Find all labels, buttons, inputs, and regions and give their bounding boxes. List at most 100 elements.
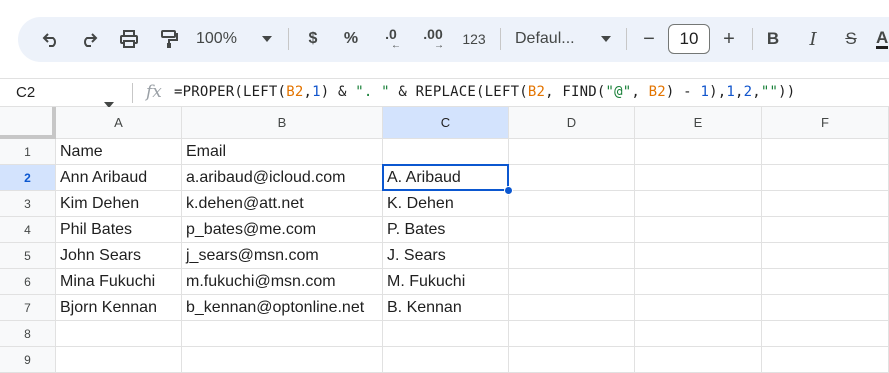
cell-a6[interactable]: Mina Fukuchi bbox=[56, 269, 182, 295]
cell-e9[interactable] bbox=[635, 347, 762, 373]
decrease-font-size-button[interactable]: − bbox=[638, 23, 660, 55]
cell-f2[interactable] bbox=[762, 165, 889, 191]
fill-handle[interactable] bbox=[504, 186, 513, 195]
cell-d6[interactable] bbox=[509, 269, 635, 295]
cell-e8[interactable] bbox=[635, 321, 762, 347]
row-header-1[interactable]: 1 bbox=[0, 139, 56, 165]
column-header-e[interactable]: E bbox=[635, 107, 762, 139]
cell-f3[interactable] bbox=[762, 191, 889, 217]
column-header-f[interactable]: F bbox=[762, 107, 889, 139]
row-header-9[interactable]: 9 bbox=[0, 347, 56, 373]
row-header-3[interactable]: 3 bbox=[0, 191, 56, 217]
redo-icon[interactable] bbox=[74, 23, 104, 55]
cell-a5[interactable]: John Sears bbox=[56, 243, 182, 269]
row-header-7[interactable]: 7 bbox=[0, 295, 56, 321]
italic-button[interactable]: I bbox=[802, 23, 824, 55]
row-header-5[interactable]: 5 bbox=[0, 243, 56, 269]
cell-b8[interactable] bbox=[182, 321, 383, 347]
cell-e1[interactable] bbox=[635, 139, 762, 165]
function-icon: fx bbox=[146, 82, 162, 102]
column-header-b[interactable]: B bbox=[182, 107, 383, 139]
cell-d4[interactable] bbox=[509, 217, 635, 243]
cell-d1[interactable] bbox=[509, 139, 635, 165]
cell-e5[interactable] bbox=[635, 243, 762, 269]
cell-d7[interactable] bbox=[509, 295, 635, 321]
column-header-d[interactable]: D bbox=[509, 107, 635, 139]
cell-a7[interactable]: Bjorn Kennan bbox=[56, 295, 182, 321]
cell-d5[interactable] bbox=[509, 243, 635, 269]
cell-b4[interactable]: p_bates@me.com bbox=[182, 217, 383, 243]
bold-button[interactable]: B bbox=[762, 23, 784, 55]
chevron-down-icon[interactable] bbox=[258, 23, 276, 55]
cell-e6[interactable] bbox=[635, 269, 762, 295]
column-header-c[interactable]: C bbox=[383, 107, 509, 139]
cell-c2[interactable]: A. Aribaud bbox=[383, 165, 509, 191]
cell-f7[interactable] bbox=[762, 295, 889, 321]
cell-b9[interactable] bbox=[182, 347, 383, 373]
cell-c5[interactable]: J. Sears bbox=[383, 243, 509, 269]
name-box-value: C2 bbox=[16, 84, 36, 101]
undo-icon[interactable] bbox=[36, 23, 66, 55]
chevron-down-icon[interactable] bbox=[598, 23, 614, 55]
cell-a1[interactable]: Name bbox=[56, 139, 182, 165]
cell-a4[interactable]: Phil Bates bbox=[56, 217, 182, 243]
cell-e7[interactable] bbox=[635, 295, 762, 321]
cell-c3[interactable]: K. Dehen bbox=[383, 191, 509, 217]
cell-c4[interactable]: P. Bates bbox=[383, 217, 509, 243]
cell-c6[interactable]: M. Fukuchi bbox=[383, 269, 509, 295]
cell-c8[interactable] bbox=[383, 321, 509, 347]
increase-decimal-button[interactable]: .00 → bbox=[416, 23, 450, 55]
cell-c7[interactable]: B. Kennan bbox=[383, 295, 509, 321]
print-icon[interactable] bbox=[114, 23, 144, 55]
cell-b2[interactable]: a.aribaud@icloud.com bbox=[182, 165, 383, 191]
row-header-6[interactable]: 6 bbox=[0, 269, 56, 295]
cell-f9[interactable] bbox=[762, 347, 889, 373]
formula-bar: C2 fx =PROPER(LEFT(B2,1) & ". " & REPLAC… bbox=[0, 78, 889, 108]
arrow-left-icon: ← bbox=[391, 40, 401, 51]
toolbar-area: 100% $ % .0 ← .00 → 123 Defaul... − 10 +… bbox=[0, 0, 889, 78]
cell-e4[interactable] bbox=[635, 217, 762, 243]
cell-e3[interactable] bbox=[635, 191, 762, 217]
row-header-2[interactable]: 2 bbox=[0, 165, 56, 191]
row-header-8[interactable]: 8 bbox=[0, 321, 56, 347]
cell-f4[interactable] bbox=[762, 217, 889, 243]
font-size-input[interactable]: 10 bbox=[668, 24, 710, 54]
decrease-decimal-button[interactable]: .0 ← bbox=[376, 23, 406, 55]
cell-f6[interactable] bbox=[762, 269, 889, 295]
font-family-select[interactable]: Defaul... bbox=[515, 23, 601, 55]
cell-b7[interactable]: b_kennan@optonline.net bbox=[182, 295, 383, 321]
cell-e2[interactable] bbox=[635, 165, 762, 191]
cell-a2[interactable]: Ann Aribaud bbox=[56, 165, 182, 191]
cell-d8[interactable] bbox=[509, 321, 635, 347]
cell-b5[interactable]: j_sears@msn.com bbox=[182, 243, 383, 269]
cell-a9[interactable] bbox=[56, 347, 182, 373]
cell-b6[interactable]: m.fukuchi@msn.com bbox=[182, 269, 383, 295]
cell-f8[interactable] bbox=[762, 321, 889, 347]
cell-f5[interactable] bbox=[762, 243, 889, 269]
cell-c9[interactable] bbox=[383, 347, 509, 373]
cell-d9[interactable] bbox=[509, 347, 635, 373]
column-header-a[interactable]: A bbox=[56, 107, 182, 139]
name-box[interactable]: C2 bbox=[0, 79, 126, 108]
percent-format-button[interactable]: % bbox=[338, 23, 364, 55]
increase-font-size-button[interactable]: + bbox=[718, 23, 740, 55]
formula-input[interactable]: =PROPER(LEFT(B2,1) & ". " & REPLACE(LEFT… bbox=[174, 84, 795, 100]
select-all-corner[interactable] bbox=[0, 107, 56, 139]
row-header-4[interactable]: 4 bbox=[0, 217, 56, 243]
cell-d3[interactable] bbox=[509, 191, 635, 217]
cell-c1[interactable] bbox=[383, 139, 509, 165]
paint-format-icon[interactable] bbox=[154, 23, 184, 55]
cell-d2[interactable] bbox=[509, 165, 635, 191]
text-color-button[interactable]: A bbox=[876, 23, 889, 55]
cell-f1[interactable] bbox=[762, 139, 889, 165]
cell-b1[interactable]: Email bbox=[182, 139, 383, 165]
number-format-button[interactable]: 123 bbox=[458, 23, 490, 55]
strikethrough-button[interactable]: S bbox=[840, 23, 862, 55]
cell-a8[interactable] bbox=[56, 321, 182, 347]
currency-format-button[interactable]: $ bbox=[300, 23, 326, 55]
cell-b3[interactable]: k.dehen@att.net bbox=[182, 191, 383, 217]
toolbar-divider bbox=[288, 28, 289, 50]
formula-bar-divider bbox=[132, 83, 133, 103]
cell-a3[interactable]: Kim Dehen bbox=[56, 191, 182, 217]
zoom-select[interactable]: 100% bbox=[196, 23, 250, 55]
